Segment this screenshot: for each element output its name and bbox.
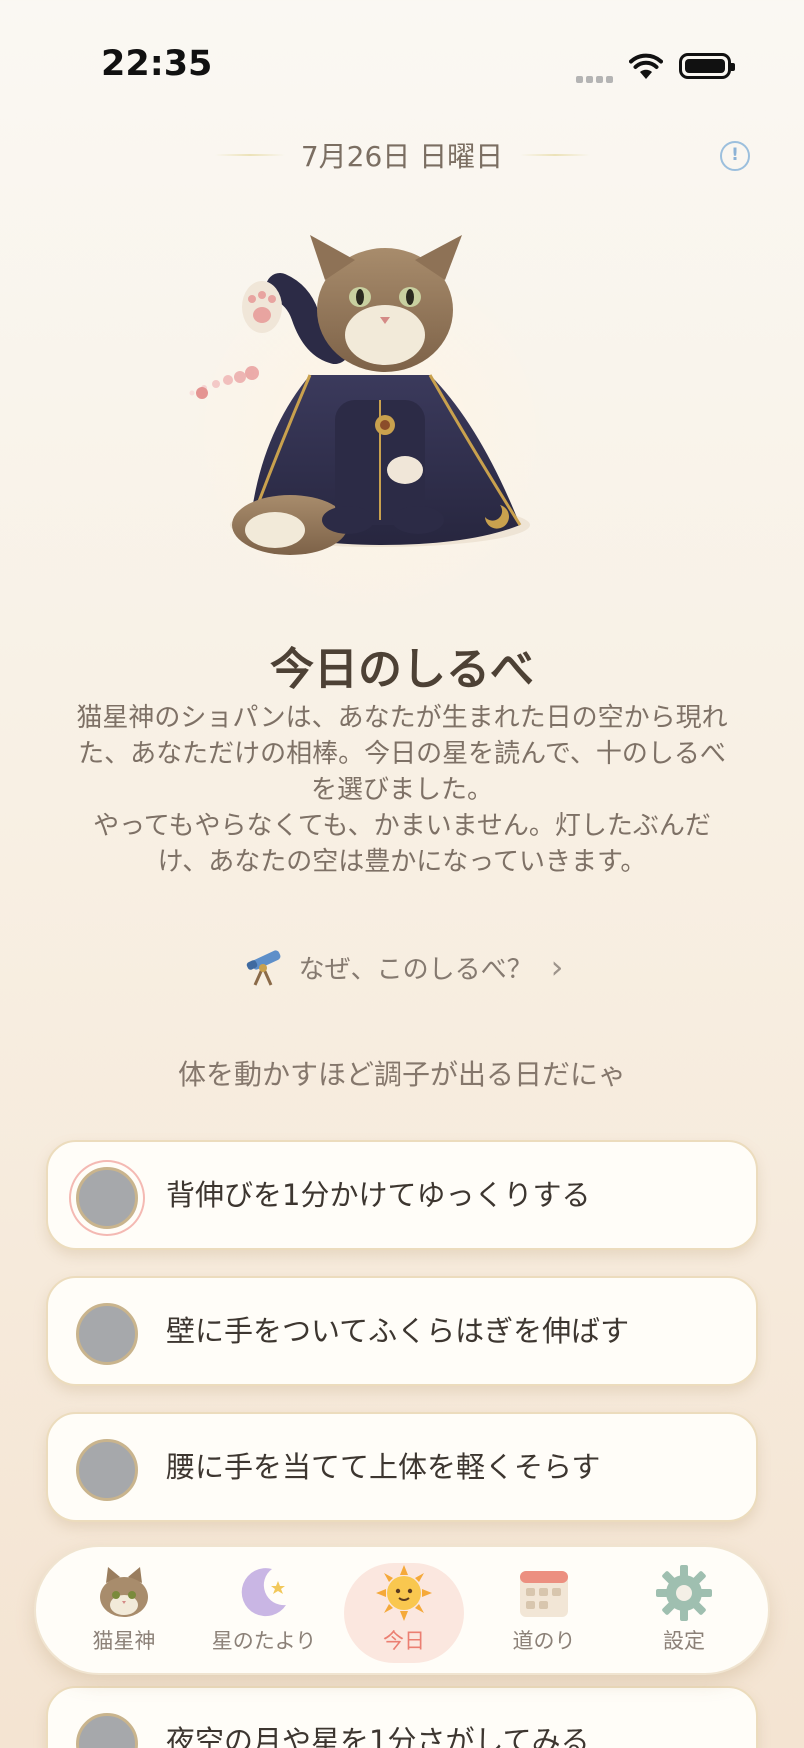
date-header: 7月26日 日曜日 bbox=[0, 130, 804, 180]
task-checkbox[interactable] bbox=[76, 1303, 138, 1365]
why-link-label: なぜ、このしるべ？ bbox=[298, 954, 533, 985]
bottom-tab-bar: 猫星神 星のたより 今日 道のり 設定 bbox=[34, 1545, 770, 1675]
tab-label: 設定 bbox=[663, 1629, 705, 1653]
cellular-signal-icon bbox=[576, 68, 618, 83]
daily-message: 体を動かすほど調子が出る日だにゃ bbox=[177, 1058, 626, 1091]
cat-wizard-illustration bbox=[140, 225, 600, 625]
intro-line: け、あなたの空は豊かになっていきます。 bbox=[157, 847, 647, 877]
task-card[interactable]: 腰に手を当てて上体を軽くそらす bbox=[46, 1412, 758, 1522]
task-checkbox[interactable] bbox=[76, 1439, 138, 1501]
task-card[interactable]: 背伸びを1分かけてゆっくりする bbox=[46, 1140, 758, 1250]
intro-line: を選びました。 bbox=[310, 775, 493, 805]
task-checkbox[interactable] bbox=[76, 1167, 138, 1229]
sun-icon bbox=[376, 1565, 432, 1621]
telescope-icon bbox=[246, 950, 280, 986]
task-label: 壁に手をついてふくらはぎを伸ばす bbox=[166, 1314, 630, 1348]
task-checkbox[interactable] bbox=[76, 1713, 138, 1748]
task-card[interactable]: 夜空の月や星を1分さがしてみる bbox=[46, 1686, 758, 1748]
task-card[interactable]: 壁に手をついてふくらはぎを伸ばす bbox=[46, 1276, 758, 1386]
moon-icon bbox=[241, 1568, 286, 1617]
why-link[interactable]: なぜ、このしるべ？ › bbox=[0, 945, 804, 989]
status-bar: 22:35 bbox=[0, 0, 804, 120]
chevron-right-icon: › bbox=[550, 948, 564, 986]
tab-label: 星のたより bbox=[211, 1629, 317, 1653]
battery-icon bbox=[679, 53, 735, 79]
tab-label: 道のり bbox=[512, 1629, 576, 1653]
tab-cat-god[interactable]: 猫星神 bbox=[64, 1563, 184, 1663]
tab-star-letters[interactable]: 星のたより bbox=[204, 1563, 324, 1663]
page-title: 今日のしるべ bbox=[270, 644, 534, 695]
cat-face-icon bbox=[100, 1567, 148, 1617]
tab-settings[interactable]: 設定 bbox=[624, 1563, 744, 1663]
intro-line: 猫星神のショパンは、あなたが生まれた日の空から現れ bbox=[76, 703, 728, 733]
wifi-icon bbox=[629, 53, 663, 79]
intro-line: た、あなただけの相棒。今日の星を読んで、十のしるべ bbox=[78, 739, 726, 769]
info-icon[interactable]: ! bbox=[720, 141, 750, 171]
tab-journey[interactable]: 道のり bbox=[484, 1563, 604, 1663]
gear-icon bbox=[656, 1565, 712, 1621]
status-time: 22:35 bbox=[101, 44, 213, 84]
intro-line: やってもやらなくても、かまいません。灯したぶんだ bbox=[93, 811, 711, 841]
task-label: 夜空の月や星を1分さがしてみる bbox=[166, 1724, 590, 1748]
sparkle-trail bbox=[189, 366, 259, 399]
task-label: 背伸びを1分かけてゆっくりする bbox=[166, 1178, 591, 1212]
task-label: 腰に手を当てて上体を軽くそらす bbox=[166, 1450, 601, 1484]
tab-label: 今日 bbox=[383, 1629, 425, 1653]
tab-today[interactable]: 今日 bbox=[344, 1563, 464, 1663]
calendar-icon bbox=[520, 1571, 568, 1617]
intro-text: 猫星神のショパンは、あなたが生まれた日の空から現れ た、あなただけの相棒。今日の… bbox=[48, 700, 756, 880]
date-label: 7月26日 日曜日 bbox=[300, 140, 504, 173]
tab-label: 猫星神 bbox=[92, 1629, 156, 1653]
